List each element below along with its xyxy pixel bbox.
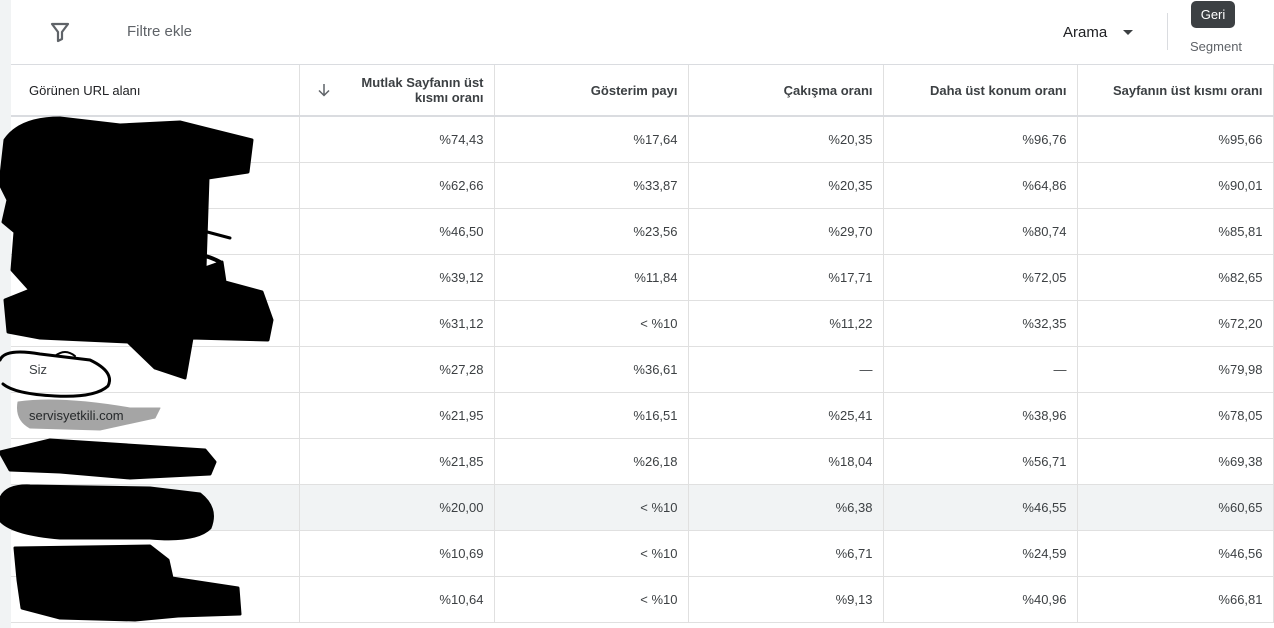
- impression-share-cell: < %10: [494, 530, 689, 577]
- position-above-cell: %72,05: [883, 254, 1078, 301]
- add-filter-input[interactable]: Filtre ekle: [127, 22, 192, 42]
- table-row: %31,12 < %10 %11,22 %32,35 %72,20: [11, 300, 1274, 347]
- column-header-overlap-rate[interactable]: Çakışma oranı: [688, 65, 884, 117]
- display-url-cell: [11, 162, 300, 209]
- network-dropdown-label: Arama: [1063, 23, 1108, 41]
- table-header-row: Görünen URL alanı Mutlak Sayfanın üst kı…: [11, 65, 1274, 117]
- filter-toolbar: Filtre ekle Arama Geri Segment: [11, 0, 1274, 65]
- overlap-cell: %11,22: [688, 300, 884, 347]
- display-url-cell: [11, 254, 300, 301]
- overlap-cell: %29,70: [688, 208, 884, 255]
- position-above-cell: %80,74: [883, 208, 1078, 255]
- table-row: %74,43 %17,64 %20,35 %96,76 %95,66: [11, 116, 1274, 163]
- table-row: Siz %27,28 %36,61 — — %79,98: [11, 346, 1274, 393]
- impression-share-cell: < %10: [494, 576, 689, 623]
- impression-share-cell: %23,56: [494, 208, 689, 255]
- position-above-cell: %38,96: [883, 392, 1078, 439]
- abs-top-cell: %31,12: [299, 300, 495, 347]
- left-edge-strip: [0, 0, 11, 628]
- column-header-position-above[interactable]: Daha üst konum oranı: [883, 65, 1078, 117]
- top-of-page-cell: %95,66: [1077, 116, 1274, 163]
- impression-share-cell: %26,18: [494, 438, 689, 485]
- abs-top-cell: %74,43: [299, 116, 495, 163]
- position-above-cell: %64,86: [883, 162, 1078, 209]
- toolbar-divider: [1167, 13, 1168, 50]
- overlap-cell: %17,71: [688, 254, 884, 301]
- display-url-cell: servisyetkili.com: [11, 392, 300, 439]
- segment-button[interactable]: Segment: [1190, 39, 1242, 54]
- impression-share-cell: %16,51: [494, 392, 689, 439]
- top-of-page-cell: %60,65: [1077, 484, 1274, 531]
- abs-top-cell: %62,66: [299, 162, 495, 209]
- display-url-cell: [11, 484, 300, 531]
- chevron-down-icon: [1123, 29, 1134, 35]
- display-url-cell: [11, 116, 300, 163]
- column-header-label: Mutlak Sayfanın üst kısmı oranı: [361, 75, 484, 105]
- top-of-page-cell: %79,98: [1077, 346, 1274, 393]
- position-above-cell: %40,96: [883, 576, 1078, 623]
- table-row: %10,69 < %10 %6,71 %24,59 %46,56: [11, 530, 1274, 577]
- arrow-down-icon: [316, 82, 332, 98]
- sort-header: Mutlak Sayfanın üst kısmı oranı: [300, 75, 484, 105]
- auction-insights-table: Görünen URL alanı Mutlak Sayfanın üst kı…: [11, 65, 1274, 623]
- overlap-cell: %20,35: [688, 162, 884, 209]
- impression-share-cell: %11,84: [494, 254, 689, 301]
- column-header-display-url[interactable]: Görünen URL alanı: [11, 65, 300, 117]
- impression-share-cell: < %10: [494, 300, 689, 347]
- table-row: %39,12 %11,84 %17,71 %72,05 %82,65: [11, 254, 1274, 301]
- top-of-page-cell: %66,81: [1077, 576, 1274, 623]
- abs-top-cell: %21,95: [299, 392, 495, 439]
- top-of-page-cell: %90,01: [1077, 162, 1274, 209]
- display-url-cell: [11, 576, 300, 623]
- position-above-cell: %24,59: [883, 530, 1078, 577]
- network-dropdown[interactable]: Arama: [1063, 20, 1134, 44]
- column-header-abs-top[interactable]: Mutlak Sayfanın üst kısmı oranı: [299, 65, 495, 117]
- overlap-cell: %6,71: [688, 530, 884, 577]
- display-url-cell: [11, 208, 300, 255]
- top-of-page-cell: %69,38: [1077, 438, 1274, 485]
- position-above-cell: %32,35: [883, 300, 1078, 347]
- table-row: %21,85 %26,18 %18,04 %56,71 %69,38: [11, 438, 1274, 485]
- overlap-cell: —: [688, 346, 884, 393]
- impression-share-cell: %36,61: [494, 346, 689, 393]
- back-tooltip: Geri: [1191, 1, 1235, 28]
- impression-share-cell: < %10: [494, 484, 689, 531]
- abs-top-cell: %10,69: [299, 530, 495, 577]
- position-above-cell: %56,71: [883, 438, 1078, 485]
- display-url-cell: [11, 530, 300, 577]
- position-above-cell: %96,76: [883, 116, 1078, 163]
- table-row: %62,66 %33,87 %20,35 %64,86 %90,01: [11, 162, 1274, 209]
- table-row: %10,64 < %10 %9,13 %40,96 %66,81: [11, 576, 1274, 623]
- abs-top-cell: %20,00: [299, 484, 495, 531]
- display-url-cell: Siz: [11, 346, 300, 393]
- display-url-cell: [11, 438, 300, 485]
- overlap-cell: %18,04: [688, 438, 884, 485]
- top-of-page-cell: %82,65: [1077, 254, 1274, 301]
- overlap-cell: %6,38: [688, 484, 884, 531]
- filter-icon[interactable]: [48, 20, 72, 44]
- column-header-impression-share[interactable]: Gösterim payı: [494, 65, 689, 117]
- top-of-page-cell: %72,20: [1077, 300, 1274, 347]
- top-of-page-cell: %85,81: [1077, 208, 1274, 255]
- abs-top-cell: %10,64: [299, 576, 495, 623]
- abs-top-cell: %46,50: [299, 208, 495, 255]
- top-of-page-cell: %78,05: [1077, 392, 1274, 439]
- table-row-hovered: %20,00 < %10 %6,38 %46,55 %60,65: [11, 484, 1274, 531]
- position-above-cell: %46,55: [883, 484, 1078, 531]
- overlap-cell: %9,13: [688, 576, 884, 623]
- top-of-page-cell: %46,56: [1077, 530, 1274, 577]
- overlap-cell: %25,41: [688, 392, 884, 439]
- table-row: servisyetkili.com %21,95 %16,51 %25,41 %…: [11, 392, 1274, 439]
- abs-top-cell: %21,85: [299, 438, 495, 485]
- display-url-cell: [11, 300, 300, 347]
- impression-share-cell: %33,87: [494, 162, 689, 209]
- abs-top-cell: %27,28: [299, 346, 495, 393]
- position-above-cell: —: [883, 346, 1078, 393]
- table-row: %46,50 %23,56 %29,70 %80,74 %85,81: [11, 208, 1274, 255]
- abs-top-cell: %39,12: [299, 254, 495, 301]
- impression-share-cell: %17,64: [494, 116, 689, 163]
- overlap-cell: %20,35: [688, 116, 884, 163]
- column-header-top-of-page[interactable]: Sayfanın üst kısmı oranı: [1077, 65, 1274, 117]
